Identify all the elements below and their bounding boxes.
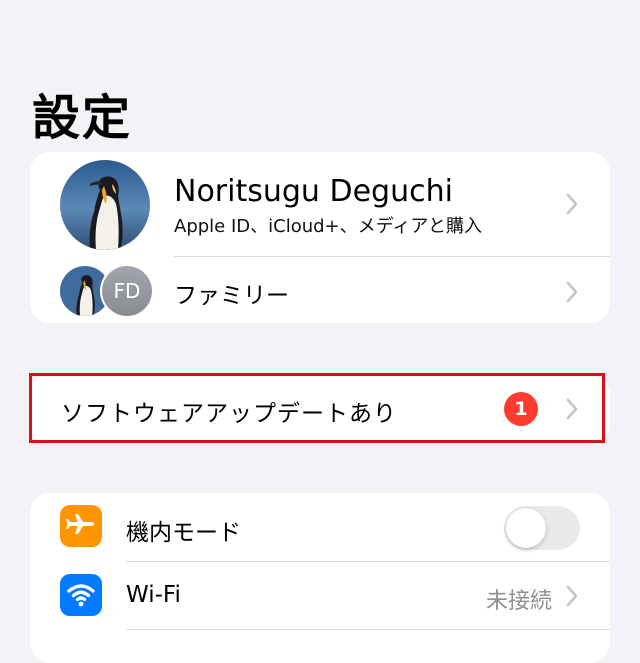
divider xyxy=(126,561,610,562)
profile-avatar xyxy=(60,160,150,250)
wifi-icon xyxy=(60,574,102,616)
page-title: 設定 xyxy=(32,90,133,146)
software-update-row[interactable]: ソフトウェアアップデートあり 1 xyxy=(30,374,610,444)
airplane-mode-label: 機内モード xyxy=(126,520,241,546)
wifi-status: 未接続 xyxy=(485,589,552,614)
chevron-right-icon xyxy=(564,280,580,304)
chevron-right-icon xyxy=(564,584,580,608)
notification-badge: 1 xyxy=(504,392,538,426)
toggle-knob xyxy=(506,508,546,548)
wifi-label: Wi-Fi xyxy=(126,582,181,608)
chevron-right-icon xyxy=(564,192,580,216)
profile-subtitle: Apple ID、iCloud+、メディアと購入 xyxy=(174,216,483,237)
software-update-label: ソフトウェアアップデートあり xyxy=(61,401,397,427)
apple-id-card: Noritsugu Deguchi Apple ID、iCloud+、メディアと… xyxy=(30,152,610,323)
divider xyxy=(174,256,610,257)
settings-group: 機内モード Wi-Fi 未接続 xyxy=(30,493,610,663)
airplane-mode-toggle[interactable] xyxy=(504,506,580,550)
family-avatar-initials: FD xyxy=(100,264,154,318)
divider xyxy=(126,629,610,630)
family-label: ファミリー xyxy=(174,283,289,309)
family-initials: FD xyxy=(102,266,152,316)
chevron-right-icon xyxy=(564,397,580,421)
airplane-icon xyxy=(60,505,102,547)
profile-name: Noritsugu Deguchi xyxy=(174,174,453,209)
